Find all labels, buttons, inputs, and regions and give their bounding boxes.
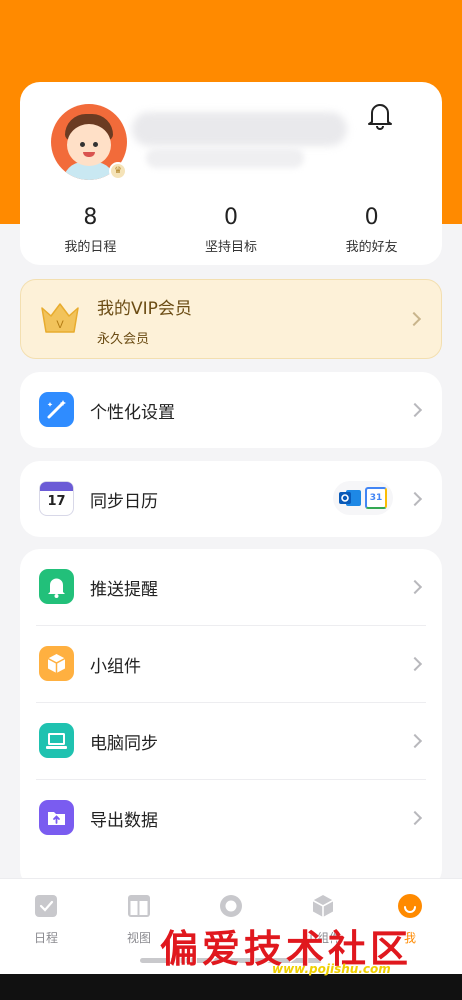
check-square-icon bbox=[35, 895, 57, 917]
profile-icon bbox=[398, 894, 422, 918]
bottom-strip bbox=[0, 974, 462, 1000]
settings-menu-card: 推送提醒 小组件 电脑同步 导出数据 bbox=[20, 549, 442, 889]
vip-membership-card[interactable]: V 我的VIP会员 永久会员 bbox=[20, 279, 442, 359]
menu-item-personalize[interactable]: 个性化设置 bbox=[20, 372, 442, 448]
chevron-right-icon bbox=[407, 579, 423, 595]
vip-crown-badge-icon: ♛ bbox=[109, 162, 127, 180]
menu-item-pc-sync[interactable]: 电脑同步 bbox=[20, 703, 442, 779]
stat-goals[interactable]: 0 坚持目标 bbox=[161, 204, 302, 255]
menu-item-widget[interactable]: 小组件 bbox=[20, 626, 442, 702]
calendar-day: 17 bbox=[47, 494, 66, 509]
chevron-right-icon bbox=[407, 810, 423, 826]
laptop-icon bbox=[39, 723, 74, 758]
circle-icon bbox=[220, 895, 242, 917]
menu-label: 导出数据 bbox=[90, 811, 158, 831]
cube-icon bbox=[312, 895, 334, 917]
stat-label: 坚持目标 bbox=[205, 240, 258, 255]
profile-stats: 8 我的日程 0 坚持目标 0 我的好友 bbox=[20, 204, 442, 255]
username-redacted bbox=[132, 112, 347, 146]
svg-text:V: V bbox=[56, 319, 64, 331]
vip-title: 我的VIP会员 bbox=[97, 299, 192, 319]
vip-subtitle: 永久会员 bbox=[97, 332, 150, 347]
stat-value: 0 bbox=[224, 205, 238, 230]
stat-friends[interactable]: 0 我的好友 bbox=[301, 204, 442, 255]
layout-icon bbox=[128, 895, 150, 917]
stat-label: 我的日程 bbox=[64, 240, 117, 255]
personalize-card: 个性化设置 bbox=[20, 372, 442, 448]
stat-my-schedule[interactable]: 8 我的日程 bbox=[20, 204, 161, 255]
chevron-right-icon bbox=[407, 402, 423, 418]
stat-value: 8 bbox=[83, 205, 98, 230]
stat-value: 0 bbox=[364, 205, 379, 230]
chevron-right-icon bbox=[407, 491, 423, 507]
nav-label: 视图 bbox=[126, 931, 151, 945]
menu-item-push-reminder[interactable]: 推送提醒 bbox=[20, 549, 442, 625]
sync-providers: 31 bbox=[333, 481, 393, 515]
cube-icon bbox=[39, 646, 74, 681]
google-calendar-icon: 31 bbox=[365, 487, 387, 509]
user-id-redacted bbox=[146, 148, 304, 168]
crown-icon: V bbox=[41, 303, 79, 333]
nav-tab-view[interactable]: 视图 bbox=[111, 893, 167, 946]
sync-calendar-card: 17 同步日历 31 bbox=[20, 461, 442, 537]
menu-label: 个性化设置 bbox=[90, 403, 175, 423]
menu-item-export-data[interactable]: 导出数据 bbox=[20, 780, 442, 856]
chevron-right-icon bbox=[406, 311, 422, 327]
folder-upload-icon bbox=[39, 800, 74, 835]
chevron-right-icon bbox=[407, 733, 423, 749]
menu-label: 电脑同步 bbox=[90, 734, 158, 754]
menu-label: 小组件 bbox=[90, 657, 141, 677]
stat-label: 我的好友 bbox=[345, 240, 398, 255]
magic-wand-icon bbox=[39, 392, 74, 427]
profile-card: ♛ 8 我的日程 0 坚持目标 0 我的好友 bbox=[20, 82, 442, 265]
nav-label: 日程 bbox=[33, 931, 58, 945]
bell-icon bbox=[39, 569, 74, 604]
menu-label: 推送提醒 bbox=[90, 580, 158, 600]
menu-item-sync-calendar[interactable]: 17 同步日历 31 bbox=[20, 461, 442, 537]
calendar-icon: 17 bbox=[39, 481, 74, 516]
outlook-icon bbox=[339, 490, 361, 506]
chevron-right-icon bbox=[407, 656, 423, 672]
bell-icon[interactable] bbox=[364, 100, 396, 130]
watermark-url: www.pojishu.com bbox=[272, 962, 391, 976]
nav-tab-schedule[interactable]: 日程 bbox=[18, 893, 74, 946]
menu-label: 同步日历 bbox=[90, 492, 158, 512]
